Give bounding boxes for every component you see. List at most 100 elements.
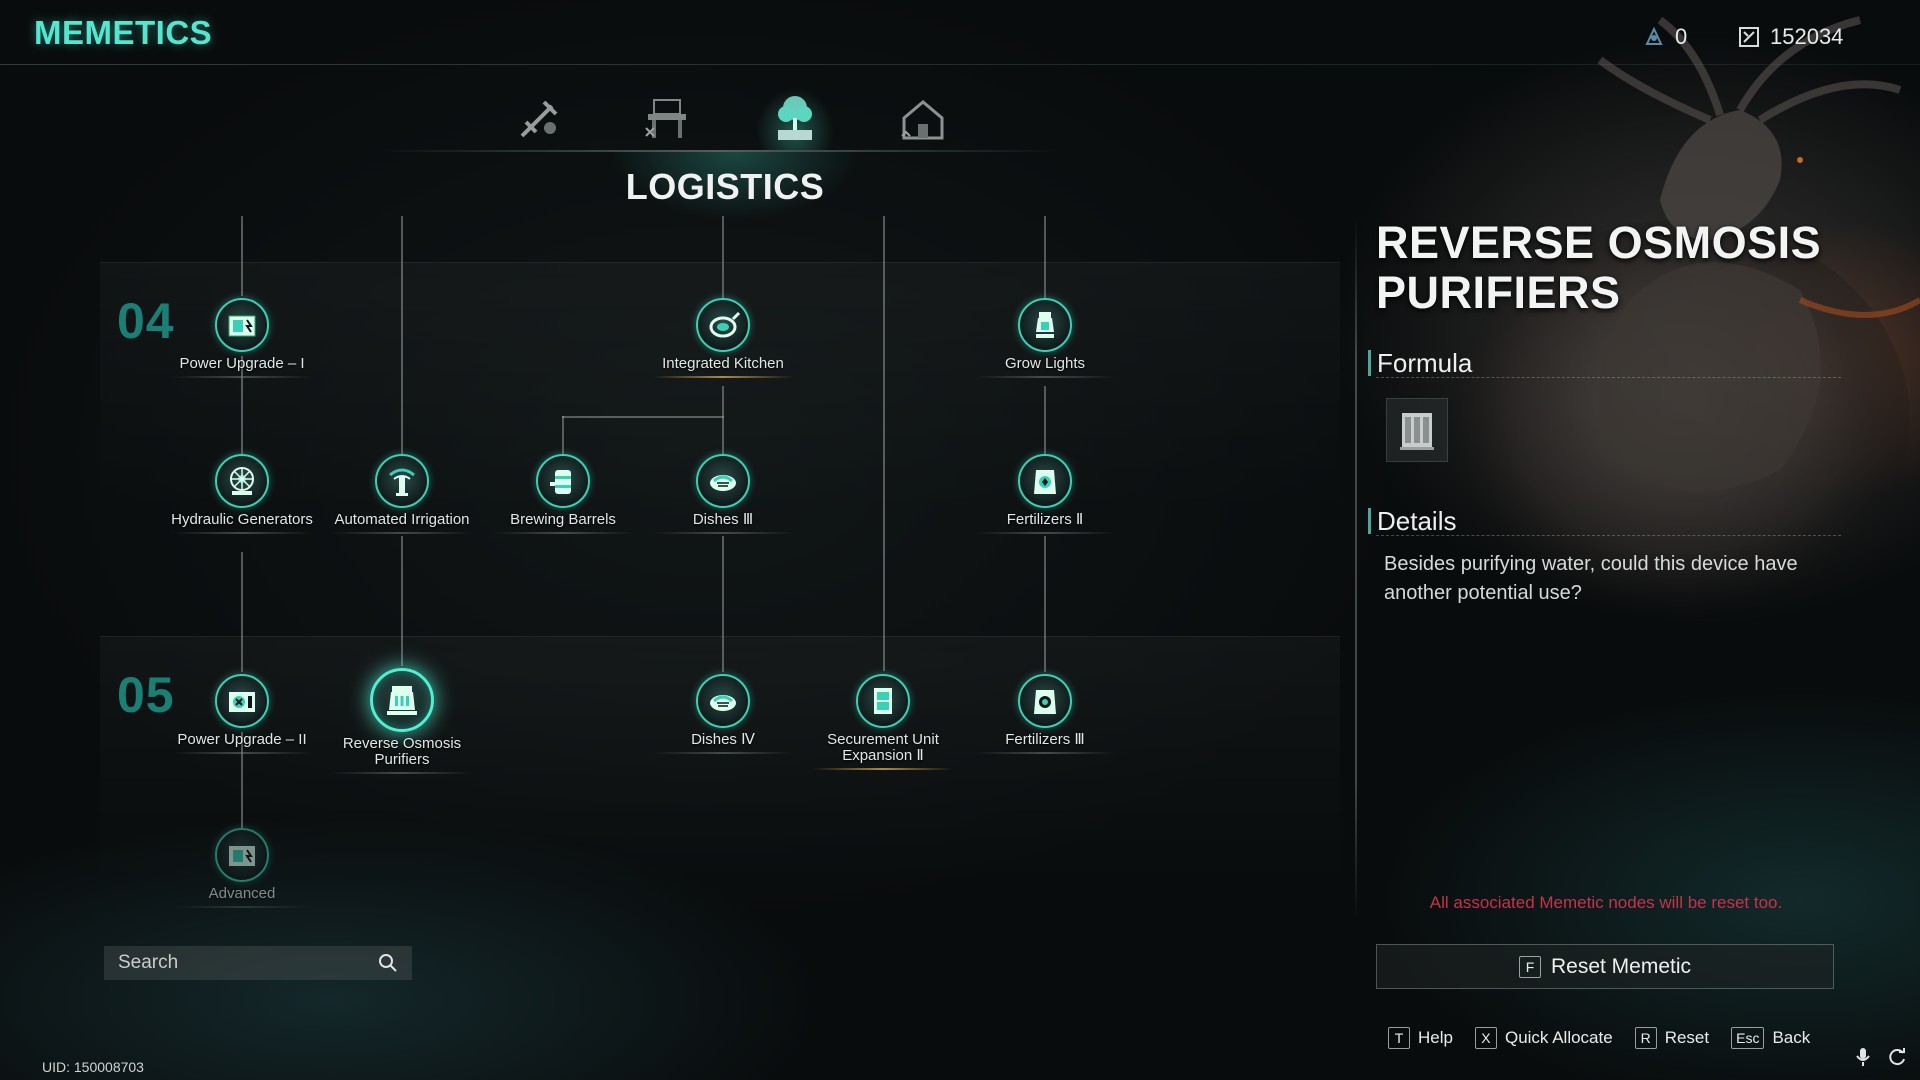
category-title: LOGISTICS (625, 166, 825, 207)
reset-warning: All associated Memetic nodes will be res… (1429, 893, 1783, 912)
node-label: Dishes Ⅲ (643, 512, 803, 534)
formula-item-slot[interactable] (1386, 398, 1448, 462)
connector-line (241, 552, 243, 672)
fertilizer-bag-icon (1018, 454, 1072, 508)
node-hydraulic-generators[interactable]: Hydraulic Generators (162, 454, 322, 534)
connector-line (562, 416, 724, 418)
hint-label: Reset (1664, 1028, 1710, 1047)
connector-line (1044, 386, 1046, 456)
details-heading: Details (1368, 508, 1456, 534)
connector-line (883, 216, 885, 671)
crystal-currency-icon (1739, 27, 1759, 47)
connector-line (562, 416, 564, 456)
node-label: Brewing Barrels (483, 512, 643, 534)
node-label: Hydraulic Generators (162, 512, 322, 534)
category-tabs (500, 88, 962, 150)
generator-icon (215, 674, 269, 728)
dish-icon (696, 454, 750, 508)
search-input[interactable] (118, 952, 378, 974)
node-power-upgrade-2[interactable]: Power Upgrade – II (162, 674, 322, 754)
connector-line (241, 216, 243, 296)
node-integrated-kitchen[interactable]: Integrated Kitchen (643, 298, 803, 378)
reset-memetic-label: Reset Memetic (1550, 954, 1692, 978)
connector-line (722, 216, 724, 298)
node-label: Advanced (162, 886, 322, 908)
node-label: Fertilizers Ⅱ (965, 512, 1125, 534)
hint-label: Help (1418, 1028, 1453, 1047)
connector-line (401, 216, 403, 454)
page-title: MEMETICS (34, 14, 213, 51)
node-brewing-barrels[interactable]: Brewing Barrels (483, 454, 643, 534)
node-dishes-3[interactable]: Dishes Ⅲ (643, 454, 803, 534)
barrel-icon (536, 454, 590, 508)
connector-line (1044, 536, 1046, 672)
node-reverse-osmosis-purifiers[interactable]: Reverse Osmosis Purifiers (322, 668, 482, 774)
node-dishes-4[interactable]: Dishes Ⅳ (643, 674, 803, 754)
memetic-points-counter: 0 (1643, 24, 1687, 50)
connector-line (722, 536, 724, 672)
node-securement-unit-expansion-2[interactable]: Securement Unit Expansion Ⅱ (803, 674, 963, 770)
reset-hint[interactable]: R Reset (1634, 1027, 1710, 1049)
refresh-icon[interactable] (1886, 1046, 1908, 1068)
node-label: Power Upgrade – II (162, 732, 322, 754)
combat-tab[interactable] (500, 88, 578, 150)
sprinkler-icon (375, 454, 429, 508)
back-hint[interactable]: Esc Back (1731, 1027, 1810, 1049)
generator-icon (215, 828, 269, 882)
node-power-upgrade-1[interactable]: Power Upgrade – I (162, 298, 322, 378)
node-advanced[interactable]: Advanced (162, 828, 322, 908)
purifier-icon (370, 668, 434, 732)
tree-planter-icon (778, 96, 812, 140)
generator-icon (215, 298, 269, 352)
node-grow-lights[interactable]: Grow Lights (965, 298, 1125, 378)
connector-line (722, 386, 724, 456)
house-icon (901, 100, 944, 140)
node-label: Integrated Kitchen (643, 356, 803, 378)
building-tab[interactable] (884, 88, 962, 150)
node-fertilizers-3[interactable]: Fertilizers Ⅲ (965, 674, 1125, 754)
logistics-tab[interactable] (756, 88, 834, 150)
detail-title: REVERSE OSMOSIS PURIFIERS (1376, 217, 1822, 318)
user-id: UID: 150008703 (42, 1059, 144, 1075)
node-label: Securement Unit Expansion Ⅱ (803, 732, 963, 770)
key-hint: R (1634, 1027, 1657, 1049)
hint-label: Quick Allocate (1504, 1028, 1613, 1047)
frying-pan-icon (696, 298, 750, 352)
header-divider (0, 64, 1920, 65)
key-hint: T (1388, 1027, 1410, 1049)
workbench-icon (645, 99, 686, 138)
crystal-counter: 152034 (1738, 24, 1843, 50)
section-divider (1376, 377, 1841, 378)
key-hint: X (1474, 1027, 1497, 1049)
purifier-machine-icon (1400, 413, 1434, 450)
search-bar (104, 946, 412, 980)
dish-icon (696, 674, 750, 728)
help-hint[interactable]: T Help (1388, 1027, 1453, 1049)
container-icon (856, 674, 910, 728)
quick-allocate-hint[interactable]: X Quick Allocate (1474, 1027, 1613, 1049)
formula-heading: Formula (1368, 350, 1472, 376)
memetic-point-icon (1645, 26, 1663, 45)
reset-memetic-button[interactable]: F Reset Memetic (1376, 944, 1834, 989)
node-label: Automated Irrigation (322, 512, 482, 534)
microphone-icon[interactable] (1852, 1046, 1874, 1068)
section-divider (1376, 535, 1841, 536)
detail-description: Besides purifying water, could this devi… (1384, 553, 1798, 604)
node-label: Fertilizers Ⅲ (965, 732, 1125, 754)
fertilizer-bag-icon (1018, 674, 1072, 728)
key-hint-f: F (1518, 955, 1541, 978)
node-fertilizers-2[interactable]: Fertilizers Ⅱ (965, 454, 1125, 534)
weapon-icon (520, 100, 558, 138)
system-icons (1852, 1046, 1908, 1068)
memetic-points-value: 0 (1675, 24, 1688, 49)
node-label: Power Upgrade – I (162, 356, 322, 378)
grow-lamp-icon (1018, 298, 1072, 352)
node-label: Dishes Ⅳ (643, 732, 803, 754)
key-hint: Esc (1731, 1027, 1765, 1049)
hint-label: Back (1772, 1028, 1811, 1047)
node-automated-irrigation[interactable]: Automated Irrigation (322, 454, 482, 534)
node-label: Reverse Osmosis Purifiers (322, 736, 482, 774)
node-label: Grow Lights (965, 356, 1125, 378)
search-icon[interactable] (378, 953, 398, 973)
crafting-tab[interactable] (628, 88, 706, 150)
